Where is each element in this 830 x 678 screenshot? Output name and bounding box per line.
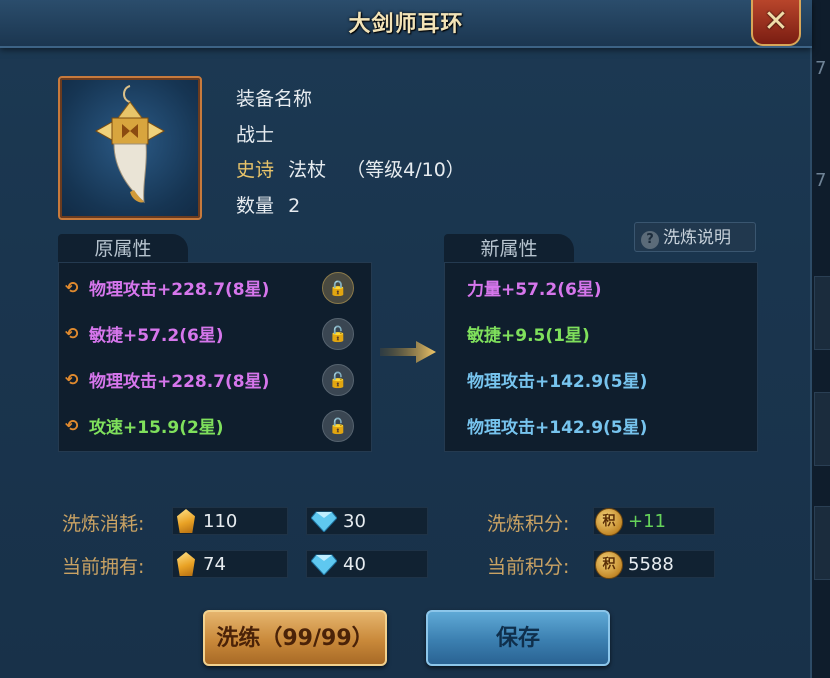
help-button[interactable]: ? 洗炼说明 — [634, 222, 756, 252]
quantity-label: 数量 — [236, 195, 275, 217]
item-quality: 史诗 — [236, 159, 275, 181]
own-label: 当前拥有: — [62, 556, 145, 578]
swap-icon: ⟲ — [65, 324, 79, 343]
unlock-icon[interactable]: 🔓 — [322, 364, 354, 396]
attr-text: 攻速+15.9(2星) — [89, 418, 224, 438]
new-attr-row: 力量+57.2(6星) — [467, 280, 602, 300]
swap-icon: ⟲ — [65, 416, 79, 435]
attr-text: 敏捷+57.2(6星) — [89, 326, 224, 346]
new-attributes-panel: 力量+57.2(6星) 敏捷+9.5(1星) 物理攻击+142.9(5星) 物理… — [444, 262, 758, 452]
refine-button[interactable]: 洗练（99/99） — [203, 610, 387, 666]
item-class: 战士 — [236, 124, 275, 146]
score-coin-icon: 积 — [595, 508, 623, 536]
title-bar: 大剑师耳环 — [0, 0, 812, 48]
cost-gem-value: 30 — [343, 511, 366, 532]
score-label: 当前积分: — [487, 556, 570, 578]
new-attr-row: 敏捷+9.5(1星) — [467, 326, 590, 346]
arrow-right-icon — [380, 341, 436, 363]
item-level: （等级4/10） — [346, 159, 465, 181]
cost-label: 洗炼消耗: — [62, 513, 145, 535]
unlock-icon[interactable]: 🔓 — [322, 410, 354, 442]
attr-text: 物理攻击+228.7(8星) — [89, 372, 270, 392]
lock-icon[interactable]: 🔒 — [322, 272, 354, 304]
help-label: 洗炼说明 — [663, 228, 731, 248]
new-attr-row: 物理攻击+142.9(5星) — [467, 372, 648, 392]
swap-icon: ⟲ — [65, 278, 79, 297]
new-attr-row: 物理攻击+142.9(5星) — [467, 418, 648, 438]
background-box — [814, 276, 830, 350]
own-gem-box: 40 — [306, 550, 428, 578]
item-quantity: 数量 2 — [236, 191, 300, 218]
score-gain-box: 积 +11 — [593, 507, 715, 536]
cost-gem-box: 30 — [306, 507, 428, 535]
background-digit: 7 — [815, 58, 827, 79]
score-box: 积 5588 — [593, 550, 715, 579]
new-attributes-tab: 新属性 — [444, 234, 574, 264]
own-gem-value: 40 — [343, 554, 366, 575]
item-detail: 史诗 法杖 （等级4/10） — [236, 155, 465, 182]
score-gain-value: +11 — [628, 511, 666, 532]
own-gold-value: 74 — [203, 554, 226, 575]
original-attributes-panel: ⟲ 物理攻击+228.7(8星) 🔒 ⟲ 敏捷+57.2(6星) 🔓 ⟲ 物理攻… — [58, 262, 372, 452]
diamond-icon — [311, 554, 337, 575]
item-name: 装备名称 — [236, 88, 313, 110]
attr-text: 物理攻击+228.7(8星) — [89, 280, 270, 300]
background-digit: 7 — [815, 170, 827, 191]
close-icon: ✕ — [763, 4, 789, 39]
item-type: 法杖 — [288, 159, 327, 181]
quantity-value: 2 — [288, 195, 301, 217]
score-value: 5588 — [628, 554, 674, 575]
own-gold-box: 74 — [172, 550, 288, 578]
dialog-title: 大剑师耳环 — [348, 12, 464, 37]
swap-icon: ⟲ — [65, 370, 79, 389]
diamond-icon — [311, 511, 337, 532]
item-icon-frame[interactable] — [58, 76, 202, 220]
close-button[interactable]: ✕ — [751, 0, 801, 46]
background-box — [814, 392, 830, 466]
unlock-icon[interactable]: 🔓 — [322, 318, 354, 350]
cost-gold-box: 110 — [172, 507, 288, 535]
score-coin-icon: 积 — [595, 551, 623, 579]
gold-icon — [177, 552, 195, 576]
background-box — [814, 506, 830, 580]
gold-icon — [177, 509, 195, 533]
earring-icon — [94, 85, 166, 204]
cost-gold-value: 110 — [203, 511, 238, 532]
original-attributes-tab: 原属性 — [58, 234, 188, 264]
score-gain-label: 洗炼积分: — [487, 513, 570, 535]
question-icon: ? — [641, 231, 659, 249]
save-button[interactable]: 保存 — [426, 610, 610, 666]
